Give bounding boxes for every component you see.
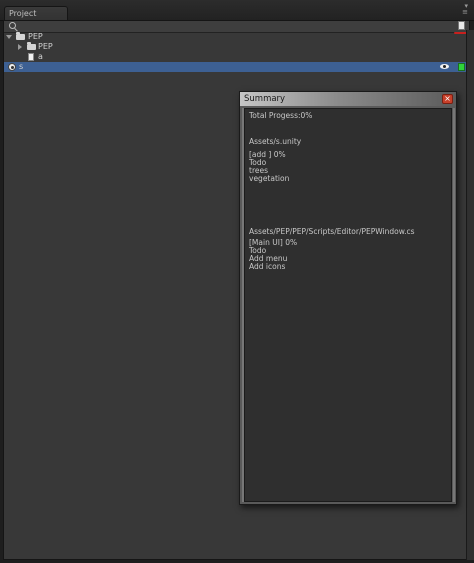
close-button[interactable]: × bbox=[442, 94, 453, 104]
scene-icon bbox=[8, 63, 16, 71]
tree-item-label: a bbox=[38, 52, 43, 61]
folder-icon bbox=[27, 42, 36, 50]
todo-item: Add icons bbox=[249, 262, 286, 271]
total-progress-text: Total Progess:0% bbox=[249, 111, 313, 120]
vertical-scrollbar[interactable] bbox=[466, 30, 474, 560]
document-icon[interactable] bbox=[458, 21, 465, 30]
summary-body: Total Progess:0% Assets/s.unity [add ] 0… bbox=[244, 108, 452, 502]
folder-icon bbox=[16, 32, 25, 40]
summary-title: Summary bbox=[244, 94, 286, 104]
tree-item-label: PEP bbox=[28, 32, 43, 41]
summary-window: Summary × Total Progess:0% Assets/s.unit… bbox=[239, 91, 457, 505]
tree-item-label: s bbox=[19, 62, 24, 71]
file-path: Assets/PEP/PEP/Scripts/Editor/PEPWindow.… bbox=[249, 227, 415, 236]
tab-project[interactable]: Project bbox=[4, 6, 68, 20]
todo-item: vegetation bbox=[249, 174, 290, 183]
tree-item-a[interactable]: a bbox=[4, 52, 469, 62]
window-tab-strip: Project ▾ ≡ bbox=[0, 0, 474, 21]
project-tree: PEP PEP a s bbox=[4, 32, 469, 72]
tree-item-pep-root[interactable]: PEP bbox=[4, 32, 469, 42]
chevron-right-icon[interactable] bbox=[18, 44, 22, 50]
eye-icon[interactable] bbox=[440, 64, 449, 69]
window-menu-icon[interactable]: ▾ ≡ bbox=[462, 3, 468, 16]
file-path: Assets/s.unity bbox=[249, 137, 302, 146]
summary-titlebar[interactable]: Summary × bbox=[240, 92, 456, 106]
tree-item-label: PEP bbox=[38, 42, 53, 51]
tree-item-pep-sub[interactable]: PEP bbox=[4, 42, 469, 52]
summary-frame-right bbox=[453, 108, 455, 502]
tab-project-label: Project bbox=[9, 9, 37, 18]
file-icon bbox=[28, 53, 34, 61]
search-icon[interactable] bbox=[9, 22, 16, 29]
chevron-down-icon[interactable] bbox=[6, 35, 12, 39]
green-status-icon[interactable] bbox=[458, 63, 465, 71]
tree-item-s[interactable]: s bbox=[4, 62, 469, 72]
